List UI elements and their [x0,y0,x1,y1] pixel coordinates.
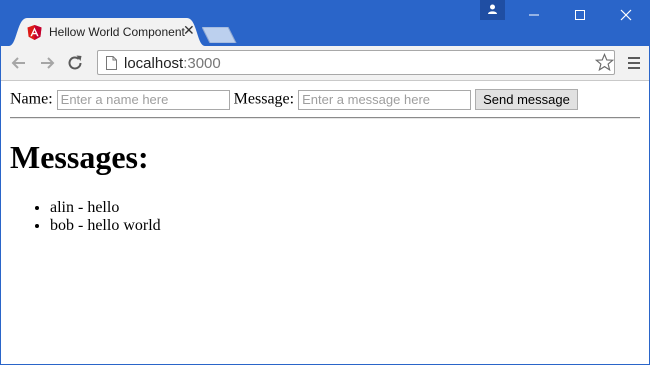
message-item: alin - hello [50,199,161,217]
message-form: Name: Message: Send message [10,89,578,110]
star-icon[interactable] [595,53,614,72]
profile-icon[interactable] [480,0,505,20]
new-tab-button[interactable] [202,27,238,43]
url-text: localhost:3000 [124,55,221,72]
page-content: Name: Message: Send message Messages: al… [1,81,649,364]
name-input[interactable] [56,89,230,110]
tab-close-icon[interactable]: ✕ [183,24,195,38]
menu-icon[interactable] [626,54,642,72]
message-label: Message: [233,90,295,108]
back-icon[interactable] [9,53,29,73]
browser-tab[interactable]: Hellow World Component ✕ [9,18,205,46]
message-input[interactable] [298,89,472,110]
tab-title: Hellow World Component [49,25,185,39]
name-label: Name: [10,90,53,108]
person-icon [488,4,497,14]
browser-window: Hellow World Component ✕ localhost:3000 … [0,0,650,365]
address-bar[interactable]: localhost:3000 [97,50,615,75]
message-item: bob - hello world [50,217,161,235]
minimize-icon[interactable] [512,0,558,30]
divider [10,117,640,119]
messages-heading: Messages: [10,139,149,175]
reload-icon[interactable] [65,53,85,73]
url-host: localhost [124,55,184,72]
forward-icon[interactable] [37,53,57,73]
maximize-icon[interactable] [558,0,604,30]
url-port: :3000 [183,55,221,72]
send-message-button[interactable]: Send message [475,89,578,110]
messages-list: alin - hello bob - hello world [10,199,161,235]
close-window-icon[interactable] [604,0,650,30]
page-icon [106,56,117,70]
angular-icon [27,25,42,40]
title-bar: Hellow World Component ✕ [0,0,650,46]
browser-toolbar: localhost:3000 [1,46,649,81]
